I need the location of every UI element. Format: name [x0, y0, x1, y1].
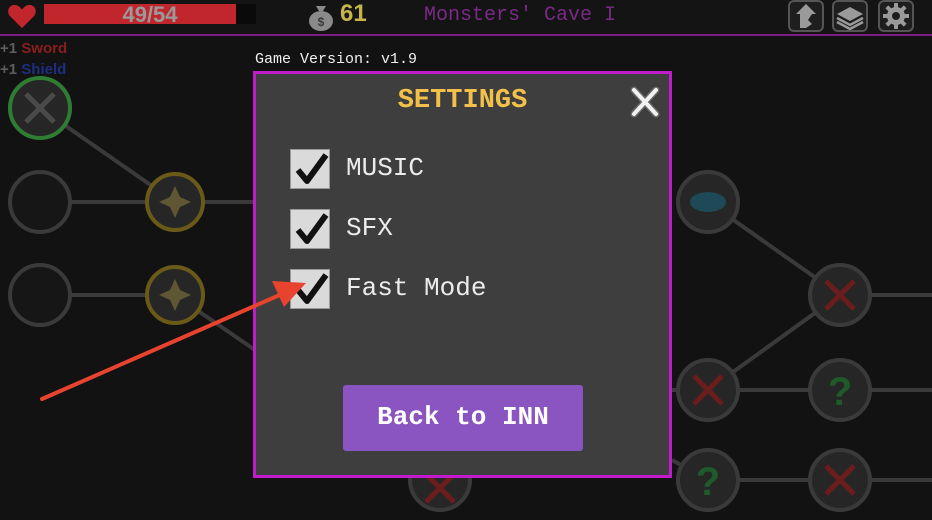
annotation-arrow — [40, 281, 306, 401]
